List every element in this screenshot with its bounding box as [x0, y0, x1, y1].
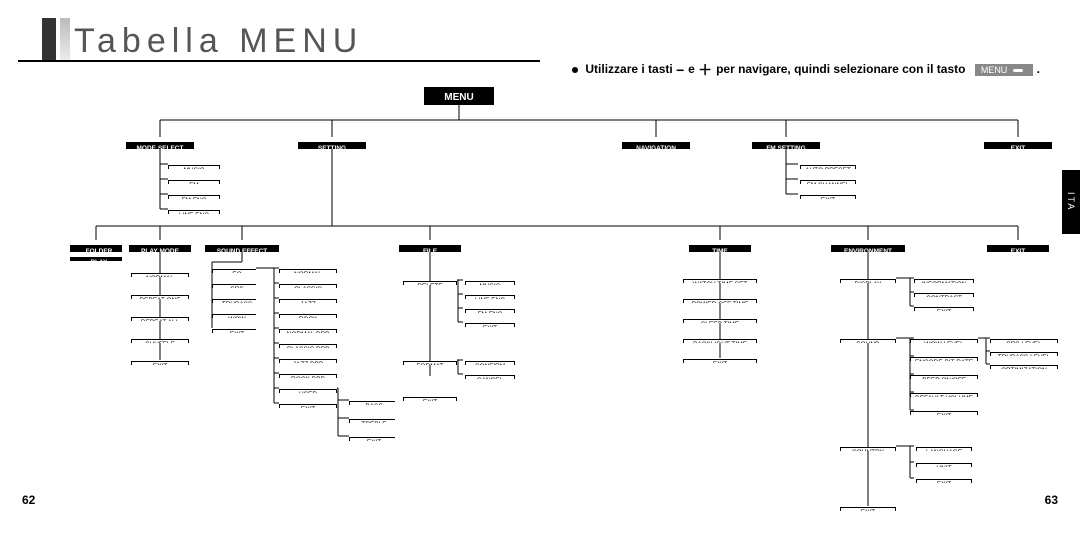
opt-rock: ROCK [279, 314, 337, 318]
opt-optimization: OPTIMIZATION [990, 365, 1058, 369]
opt-auto-preset: AUTO PRESET [800, 165, 856, 169]
opt-beep-on-off: BEEP ON/OFF [910, 375, 978, 379]
opt-repeat-one: REPEAT ONE [131, 295, 189, 299]
opt-confirm: CONFIRM [465, 361, 515, 365]
cat-play-mode: PLAY MODE [129, 245, 191, 252]
opt-sound: SOUND [840, 339, 896, 343]
cat-exit: EXIT [987, 245, 1049, 252]
opt-encode-bit-rate: ENCODE BIT RATE [910, 357, 978, 361]
opt-exit: EXIT [212, 329, 256, 333]
opt-shuffle: SHUFFLE [131, 339, 189, 343]
opt-sleep-time: SLEEP TIME [683, 319, 757, 323]
opt-country: COUNTRY [840, 447, 896, 451]
opt-exit: EXIT [910, 411, 978, 415]
opt-srs-level: SRS LEVEL [990, 339, 1058, 343]
opt-information: INFORMATION [914, 279, 974, 283]
opt-backlight-time: BACKLIGHT TIME [683, 339, 757, 343]
opt-fm-enc: FM ENC [465, 309, 515, 313]
cat-environment: ENVIRONMENT [831, 245, 905, 252]
opt-music: MUSIC [465, 281, 515, 285]
opt-jazz-dbb: JAZZ DBB [279, 359, 337, 363]
opt-trubass: TRUBASS [212, 299, 256, 303]
opt-exit: EXIT [465, 323, 515, 327]
opt-wow: WOW [212, 314, 256, 318]
opt-trubass-level: TRUBASS LEVEL [990, 352, 1058, 356]
opt-fm-channel: FM CHANNEL [800, 180, 856, 184]
cat-time: TIME [689, 245, 751, 252]
opt-contrast: CONTRAST [914, 293, 974, 297]
opt-line-enc: LINE ENC [465, 295, 515, 299]
opt-cancel: CANCEL [465, 375, 515, 379]
opt-unit: UNIT [916, 463, 972, 467]
opt-classic-dbb: CLASSIC DBB [279, 344, 337, 348]
cat-exit: EXIT [984, 142, 1052, 149]
opt-jazz: JAZZ [279, 299, 337, 303]
opt-fm: FM [168, 180, 220, 184]
opt-default-volume: DEFAULT VOLUME [910, 393, 978, 397]
opt-srs: SRS [212, 284, 256, 288]
opt-bass: BASS [349, 401, 395, 405]
opt-language: LANGUAGE [916, 447, 972, 451]
opt-exit: EXIT [131, 361, 189, 365]
opt-exit: EXIT [403, 397, 457, 401]
opt-exit: EXIT [683, 359, 757, 363]
opt-format: FORMAT [403, 361, 457, 365]
cat-fm-setting: FM SETTING [752, 142, 820, 149]
cat-sound-effect: SOUND EFFECT [205, 245, 279, 252]
opt-exit: EXIT [916, 479, 972, 483]
menu-tree-diagram: MENU MODE SELECT SETTING NAVIGATION FM SETTI… [0, 0, 1080, 539]
opt-user: USER [279, 389, 337, 393]
cat-mode-select: MODE SELECT [126, 142, 194, 149]
opt-exit: EXIT [914, 307, 974, 311]
opt-delete: DELETE [403, 281, 457, 285]
opt-line-enc: LINE ENC [168, 210, 220, 214]
opt-eq: EQ [212, 269, 256, 273]
cat-setting: SETTING [298, 142, 366, 149]
opt-exit: EXIT [279, 404, 337, 408]
cat-folder-play-2: PLAY [70, 257, 122, 261]
opt-display: DISPLAY [840, 279, 896, 283]
opt-power-off-time: POWER OFF TIME [683, 299, 757, 303]
opt-normal: NORMAL [279, 269, 337, 273]
opt-music: MUSIC [168, 165, 220, 169]
opt-repeat-all: REPEAT ALL [131, 317, 189, 321]
opt-classic: CLASSIC [279, 284, 337, 288]
opt-fm-enc: FM ENC [168, 195, 220, 199]
opt-rock-dbb: ROCK DBB [279, 374, 337, 378]
opt-treble: TREBLE [349, 419, 395, 423]
root-menu: MENU [424, 87, 494, 105]
opt-normal: NORMAL [131, 273, 189, 277]
opt-exit: EXIT [349, 437, 395, 441]
opt-exit: EXIT [800, 195, 856, 199]
opt-normal-dbb: NORMAL DBB [279, 329, 337, 333]
cat-file: FILE [399, 245, 461, 252]
opt-exit: EXIT [840, 507, 896, 511]
opt-wow-level: WOW LEVEL [910, 339, 978, 343]
cat-navigation: NAVIGATION [622, 142, 690, 149]
opt-watch-time-set: WATCH TIME SET [683, 279, 757, 283]
